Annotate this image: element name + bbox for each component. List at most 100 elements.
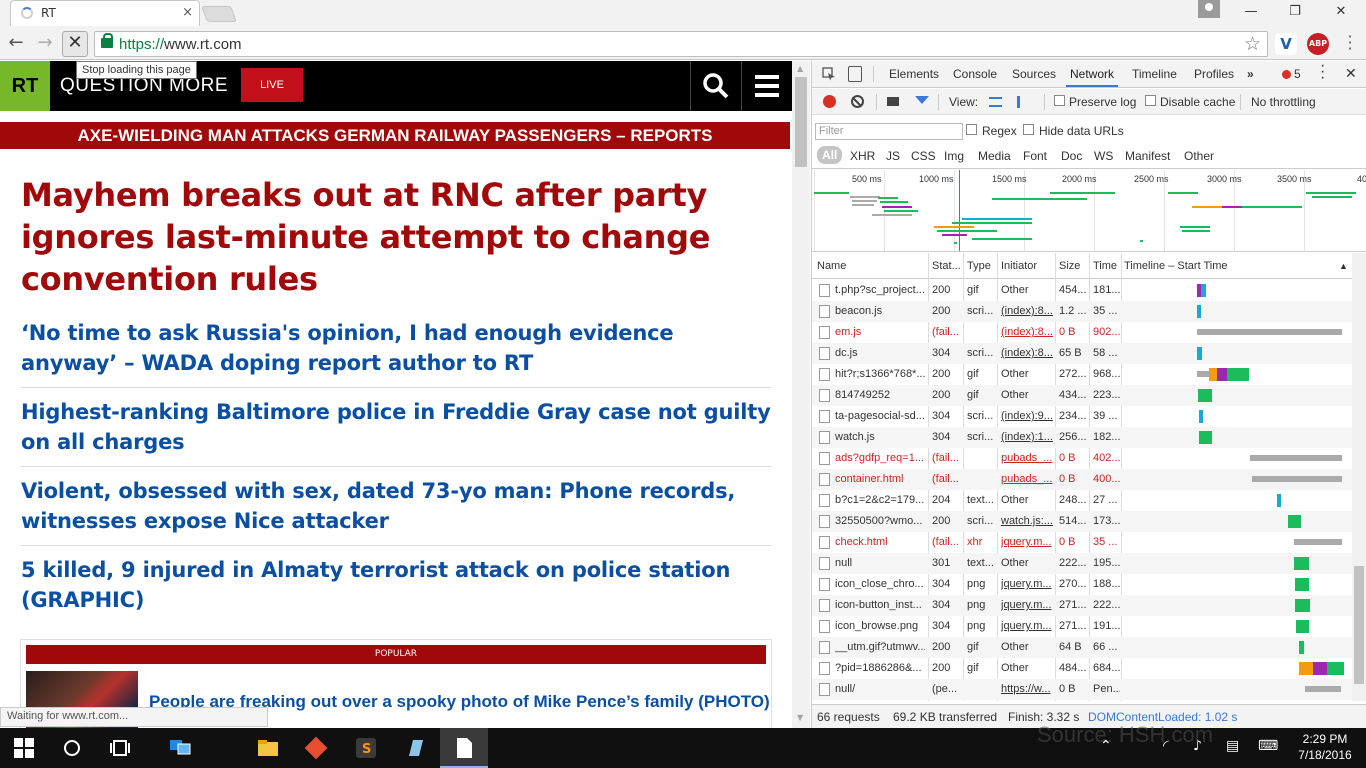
scroll-thumb[interactable]	[795, 77, 807, 167]
table-row[interactable]: icon-button_inst... 304 png jquery.m... 271.…	[812, 595, 1352, 616]
forward-button[interactable]: →	[33, 31, 57, 55]
app-icon[interactable]	[403, 736, 427, 760]
tab-sources[interactable]: Sources	[1012, 67, 1056, 81]
rt-logo[interactable]: RT	[0, 61, 50, 111]
file-explorer-icon[interactable]	[256, 736, 280, 760]
story-link[interactable]: Highest-ranking Baltimore police in Fred…	[21, 397, 771, 457]
task-view-icon[interactable]	[108, 736, 132, 760]
tab-network[interactable]: Network	[1065, 67, 1119, 87]
filter-input[interactable]: Filter	[815, 123, 963, 140]
device-mode-icon[interactable]	[848, 66, 862, 82]
sort-ascending-icon[interactable]: ▲	[1339, 261, 1348, 271]
table-row[interactable]: dc.js 304 scri... (index):8... 65 B 58 ...	[812, 343, 1352, 364]
chrome-menu-icon[interactable]: · · ·	[1340, 29, 1360, 57]
table-row[interactable]: t.php?sc_project... 200 gif Other 454... 181.…	[812, 280, 1352, 301]
back-button[interactable]: ←	[4, 31, 28, 55]
table-row[interactable]: em.js (fail... (index):8... 0 B 902...	[812, 322, 1352, 343]
cell-initiator[interactable]: jquery.m...	[1001, 578, 1054, 590]
adblock-plus-icon[interactable]: ABP	[1307, 33, 1329, 55]
column-type[interactable]: Type	[967, 260, 991, 272]
hide-data-urls-checkbox[interactable]	[1023, 124, 1034, 135]
table-row[interactable]: container.html (fail... pubads_... 0 B 400..…	[812, 469, 1352, 490]
table-row[interactable]: icon_close_chro... 304 png jquery.m... 270..…	[812, 574, 1352, 595]
record-button[interactable]	[823, 95, 836, 108]
column-status[interactable]: Stat...	[932, 260, 961, 272]
more-tabs-button[interactable]: »	[1247, 67, 1254, 81]
bookmark-star-icon[interactable]: ☆	[1244, 33, 1261, 55]
type-filter-other[interactable]: Other	[1184, 149, 1214, 163]
table-row[interactable]: b?c1=2&c2=179... 204 text... Other 248... 27 …	[812, 490, 1352, 511]
cell-initiator[interactable]: pubads_...	[1001, 473, 1054, 485]
cell-initiator[interactable]: (index):8...	[1001, 326, 1054, 338]
cell-initiator[interactable]: watch.js:...	[1001, 515, 1054, 527]
remote-desktop-icon[interactable]	[168, 736, 192, 760]
keyboard-icon[interactable]: ⌨	[1258, 738, 1278, 754]
preserve-log-checkbox[interactable]	[1054, 95, 1065, 106]
cell-initiator[interactable]: (index):9...	[1001, 410, 1054, 422]
cell-initiator[interactable]: Other	[1001, 557, 1054, 569]
tab-profiles[interactable]: Profiles	[1194, 67, 1234, 81]
page-scrollbar[interactable]: ▲ ▼	[792, 61, 810, 728]
tab-timeline[interactable]: Timeline	[1132, 67, 1177, 81]
cell-initiator[interactable]: Other	[1001, 641, 1054, 653]
clear-button[interactable]	[851, 95, 864, 108]
network-overview[interactable]: 500 ms 1000 ms 1500 ms 2000 ms 2500 ms 3…	[812, 170, 1366, 252]
search-icon[interactable]	[703, 73, 729, 99]
table-row[interactable]: hit?r;s1366*768*... 200 gif Other 272... 968.…	[812, 364, 1352, 385]
column-initiator[interactable]: Initiator	[1001, 260, 1037, 272]
cortana-search-icon[interactable]	[60, 736, 84, 760]
type-filter-xhr[interactable]: XHR	[850, 149, 875, 163]
devtools-close-icon[interactable]: ✕	[1345, 65, 1357, 82]
address-bar[interactable]: https://www.rt.com ☆	[94, 31, 1268, 57]
user-profile-icon[interactable]	[1198, 0, 1220, 18]
story-link[interactable]: Violent, obsessed with sex, dated 73-yo …	[21, 476, 771, 536]
type-filter-all[interactable]: All	[817, 146, 843, 164]
column-size[interactable]: Size	[1059, 260, 1080, 272]
story-link[interactable]: 5 killed, 9 injured in Almaty terrorist …	[21, 555, 771, 615]
inspect-element-icon[interactable]	[822, 67, 836, 81]
vpn-extension-icon[interactable]: V	[1275, 33, 1297, 55]
close-window-button[interactable]: ✕	[1318, 0, 1364, 26]
error-count-badge[interactable]: 5	[1282, 67, 1301, 81]
git-icon[interactable]	[304, 736, 328, 760]
filter-funnel-icon[interactable]	[915, 96, 929, 104]
table-row[interactable]: 814749252 200 gif Other 434... 223...	[812, 385, 1352, 406]
scroll-up-arrow[interactable]: ▲	[797, 64, 803, 73]
action-center-icon[interactable]: ▤	[1226, 738, 1239, 754]
cell-initiator[interactable]: jquery.m...	[1001, 599, 1054, 611]
table-row[interactable]: 32550500?wmo... 200 scri... watch.js:... 514…	[812, 511, 1352, 532]
table-row[interactable]: __utm.gif?utmwv... 200 gif Other 64 B 66 ...	[812, 637, 1352, 658]
regex-checkbox[interactable]	[966, 124, 977, 135]
throttling-select[interactable]: No throttling	[1251, 95, 1316, 109]
tab-close-button[interactable]: ×	[182, 5, 193, 20]
column-name[interactable]: Name	[817, 260, 846, 272]
tab-console[interactable]: Console	[953, 67, 997, 81]
type-filter-media[interactable]: Media	[978, 149, 1011, 163]
scroll-down-arrow[interactable]: ▼	[797, 713, 803, 722]
cell-initiator[interactable]: Other	[1001, 368, 1054, 380]
table-row[interactable]: ta-pagesocial-sd... 304 scri... (index):9..…	[812, 406, 1352, 427]
type-filter-ws[interactable]: WS	[1094, 149, 1113, 163]
system-clock[interactable]: 2:29 PM 7/18/2016	[1290, 731, 1360, 763]
maximize-button[interactable]: ❐	[1272, 0, 1318, 26]
stop-loading-button[interactable]: ✕	[62, 31, 88, 57]
type-filter-manifest[interactable]: Manifest	[1125, 149, 1170, 163]
breaking-news-banner[interactable]: AXE-WIELDING MAN ATTACKS GERMAN RAILWAY …	[0, 122, 790, 149]
table-row[interactable]: watch.js 304 scri... (index):1... 256... 182.…	[812, 427, 1352, 448]
cell-initiator[interactable]: (index):1...	[1001, 431, 1054, 443]
cell-initiator[interactable]: (index):8...	[1001, 347, 1054, 359]
main-headline[interactable]: Mayhem breaks out at RNC after party ign…	[21, 174, 741, 300]
cell-initiator[interactable]: jquery.m...	[1001, 536, 1054, 548]
disable-cache-checkbox[interactable]	[1145, 95, 1156, 106]
cell-initiator[interactable]: pubads_...	[1001, 452, 1054, 464]
cell-initiator[interactable]: Other	[1001, 494, 1054, 506]
menu-hamburger-icon[interactable]	[755, 75, 779, 97]
devtools-scrollbar[interactable]	[1352, 253, 1366, 701]
tab-elements[interactable]: Elements	[889, 67, 939, 81]
cell-initiator[interactable]: https://w...	[1001, 683, 1054, 695]
type-filter-font[interactable]: Font	[1023, 149, 1047, 163]
active-taskbar-item[interactable]	[440, 728, 488, 768]
cell-initiator[interactable]: Other	[1001, 662, 1054, 674]
sublime-text-icon[interactable]: S	[354, 736, 378, 760]
cell-initiator[interactable]: (index):8...	[1001, 305, 1054, 317]
